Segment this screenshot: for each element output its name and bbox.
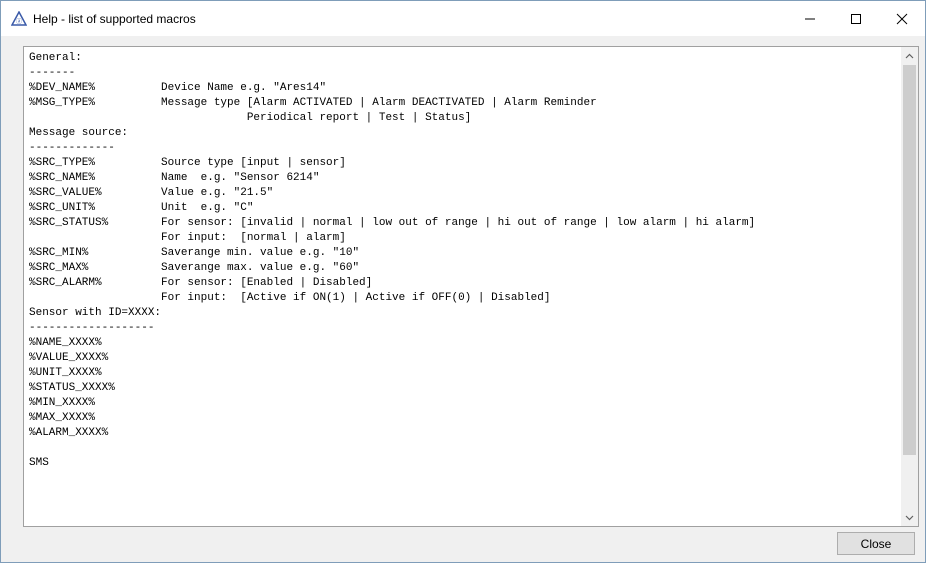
text-line: %UNIT_XXXX%: [29, 367, 102, 379]
text-line: %MIN_XXXX%: [29, 397, 96, 409]
text-line: %SRC_MIN% Saverange min. value e.g. "10": [29, 247, 360, 259]
text-line: For input: [Active if ON(1) | Active if …: [29, 292, 551, 304]
text-line: %NAME_XXXX%: [29, 337, 102, 349]
text-line: %SRC_STATUS% For sensor: [invalid | norm…: [29, 217, 756, 229]
text-line: %MSG_TYPE% Message type [Alarm ACTIVATED…: [29, 97, 597, 109]
text-line: Message source:: [29, 127, 129, 139]
text-line: Sensor with ID=XXXX:: [29, 307, 162, 319]
caption-buttons: [787, 1, 925, 36]
window-title: Help - list of supported macros: [33, 11, 196, 26]
text-line: %SRC_TYPE% Source type [input | sensor]: [29, 157, 346, 169]
help-dialog: ⓐ Help - list of supported macros Genera…: [0, 0, 926, 563]
text-line: For input: [normal | alarm]: [29, 232, 346, 244]
text-line: %SRC_NAME% Name e.g. "Sensor 6214": [29, 172, 320, 184]
text-line: %SRC_UNIT% Unit e.g. "C": [29, 202, 254, 214]
chevron-up-icon: [905, 53, 914, 58]
text-line: -------: [29, 67, 76, 79]
text-line: %VALUE_XXXX%: [29, 352, 109, 364]
text-line: -------------------: [29, 322, 155, 334]
text-line: %STATUS_XXXX%: [29, 382, 115, 394]
text-line: -------------: [29, 142, 115, 154]
text-line: General:: [29, 52, 82, 64]
close-icon: [896, 13, 908, 24]
warning-triangle-icon: ⓐ: [10, 10, 28, 28]
close-window-button[interactable]: [879, 1, 925, 36]
chevron-down-icon: [905, 515, 914, 520]
text-line: %SRC_VALUE% Value e.g. "21.5": [29, 187, 274, 199]
maximize-button[interactable]: [833, 1, 879, 36]
scroll-thumb[interactable]: [903, 65, 916, 455]
vertical-scrollbar[interactable]: [901, 47, 918, 526]
text-line: %SRC_ALARM% For sensor: [Enabled | Disab…: [29, 277, 373, 289]
macros-text: General: ------- %DEV_NAME% Device Name …: [29, 51, 896, 526]
scroll-down-button[interactable]: [901, 509, 918, 526]
text-line: %SRC_MAX% Saverange max. value e.g. "60": [29, 262, 360, 274]
maximize-icon: [851, 13, 861, 24]
close-button[interactable]: Close: [837, 532, 915, 555]
title-bar[interactable]: ⓐ Help - list of supported macros: [1, 1, 925, 36]
minimize-icon: [805, 18, 815, 19]
scroll-up-button[interactable]: [901, 47, 918, 64]
text-line: %MAX_XXXX%: [29, 412, 96, 424]
text-line: %DEV_NAME% Device Name e.g. "Ares14": [29, 82, 327, 94]
text-line: %ALARM_XXXX%: [29, 427, 109, 439]
svg-text:ⓐ: ⓐ: [16, 18, 22, 26]
text-line: SMS: [29, 457, 49, 469]
macros-text-area[interactable]: General: ------- %DEV_NAME% Device Name …: [23, 46, 919, 527]
minimize-button[interactable]: [787, 1, 833, 36]
text-line: Periodical report | Test | Status]: [29, 112, 472, 124]
